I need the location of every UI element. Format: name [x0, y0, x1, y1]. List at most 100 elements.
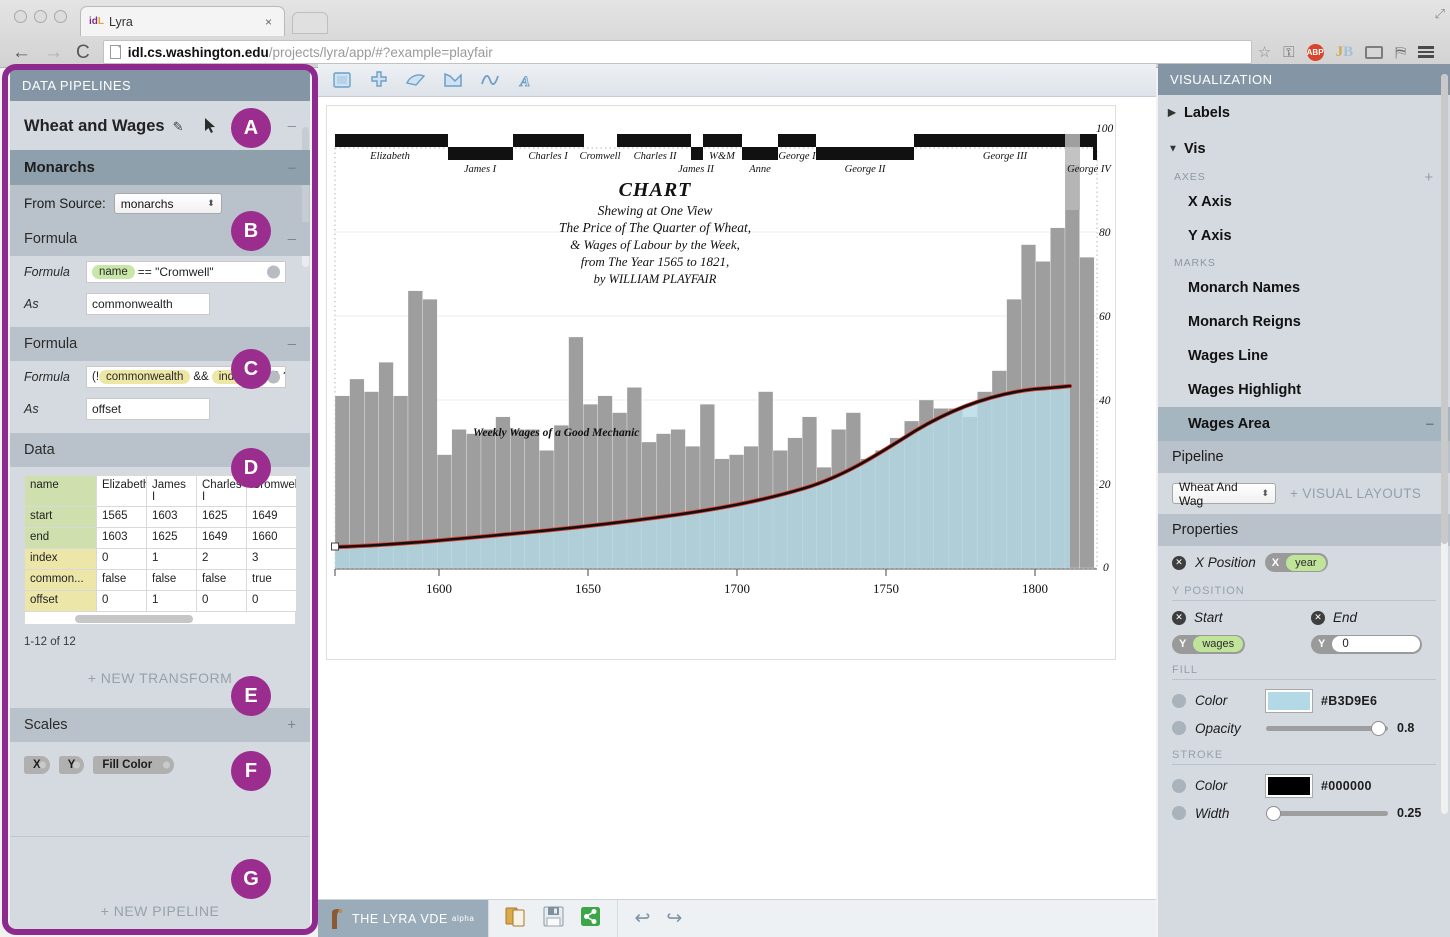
start-label: Start	[1194, 610, 1223, 625]
visual-layouts-button[interactable]: + VISUAL LAYOUTS	[1290, 486, 1421, 501]
undo-icon[interactable]: ↩	[634, 907, 650, 930]
monarch-label: Anne	[748, 164, 771, 175]
wages-annotation: Weekly Wages of a Good Mechanic	[473, 427, 639, 439]
end-value-input[interactable]: 0	[1332, 636, 1421, 652]
vis-canvas[interactable]: Weekly Wages of a Good Mechanic CHART Sh…	[326, 105, 1116, 660]
monarch-label: Elizabeth	[369, 151, 410, 162]
star-icon[interactable]: ☆	[1258, 45, 1271, 60]
close-icon[interactable]: ×	[261, 15, 276, 29]
svg-text:A: A	[519, 74, 530, 89]
lyra-app-window: idL Lyra × ⤢ ← → C idl.cs.washington.edu…	[0, 0, 1450, 937]
maximize-icon[interactable]: ⤢	[1435, 6, 1445, 22]
save-icon[interactable]	[543, 906, 564, 932]
y-position-headers: ✕ Start ✕ End	[1158, 601, 1450, 629]
area-mark-icon[interactable]	[441, 69, 465, 91]
y-axis[interactable]: 0 20 40 60 80 100	[1096, 123, 1114, 574]
end-binding[interactable]: Y 0	[1311, 634, 1423, 654]
new-tab-button[interactable]	[292, 12, 328, 34]
stroke-width-slider[interactable]	[1266, 805, 1388, 821]
share-icon[interactable]	[580, 906, 601, 932]
property-toggle-icon[interactable]	[1172, 778, 1186, 793]
line-mark-icon[interactable]	[478, 69, 502, 91]
browser-extension-icons: ☆ ⚿ ABP JB ⛿	[1258, 43, 1438, 61]
rect-mark-icon[interactable]	[330, 69, 354, 91]
pipeline-select[interactable]: Wheat And Wag ⬍	[1172, 480, 1276, 508]
copy-icon[interactable]	[505, 906, 527, 932]
browser-tab-lyra[interactable]: idL Lyra ×	[80, 6, 285, 36]
tree-item-vis[interactable]: ▼ Vis	[1158, 131, 1450, 167]
remove-icon[interactable]: ✕	[1172, 555, 1186, 570]
line-anchor-handle[interactable]	[331, 542, 339, 551]
remove-icon[interactable]: ✕	[1311, 610, 1325, 625]
fill-opacity-slider[interactable]	[1266, 720, 1388, 736]
app-bottom-toolbar: THE LYRA VDE alpha ↩ ↪	[318, 899, 1156, 937]
stroke-color-value[interactable]: #000000	[1321, 779, 1372, 793]
fill-color-label: Color	[1195, 693, 1228, 708]
redo-icon[interactable]: ↪	[666, 907, 682, 930]
jb-icon[interactable]: JB	[1336, 44, 1354, 60]
arc-mark-icon[interactable]	[404, 69, 428, 91]
annotation-badge-b: B	[231, 211, 271, 251]
chevron-right-icon[interactable]: ▶	[1168, 108, 1176, 119]
start-binding[interactable]: Y wages	[1172, 634, 1246, 654]
lyra-brand-label: THE LYRA VDE	[352, 911, 448, 926]
mark-item-wages-area[interactable]: Wages Area –	[1158, 407, 1450, 441]
cast-icon[interactable]	[1365, 45, 1384, 59]
adblock-icon[interactable]: ABP	[1306, 43, 1324, 61]
stroke-width-label: Width	[1195, 805, 1230, 821]
fill-color-swatch[interactable]	[1265, 688, 1313, 713]
mark-item-label: Wages Area	[1188, 416, 1270, 432]
x-position-label: X Position	[1195, 555, 1256, 570]
stroke-color-swatch[interactable]	[1265, 773, 1313, 798]
chart-subtitle-5: by WILLIAM PLAYFAIR	[594, 272, 717, 286]
x-position-binding[interactable]: X year	[1264, 553, 1328, 572]
end-label: End	[1333, 610, 1358, 625]
mark-item-wages-line[interactable]: Wages Line	[1158, 339, 1450, 373]
forward-icon[interactable]: →	[44, 43, 63, 62]
lyra-brand: THE LYRA VDE alpha	[318, 899, 489, 937]
reload-icon[interactable]: C	[76, 43, 90, 62]
mark-item-monarch-reigns[interactable]: Monarch Reigns	[1158, 305, 1450, 339]
marks-toolbar: A	[318, 64, 1156, 97]
monarch-label: George IV	[1067, 164, 1112, 175]
annotation-badge-c: C	[231, 349, 271, 389]
axis-item-x[interactable]: X Axis	[1158, 185, 1450, 219]
field-name: wages	[1193, 636, 1244, 652]
y-tick-label: 60	[1099, 311, 1111, 323]
key-icon[interactable]: ⚿	[1283, 45, 1294, 60]
canvas-area: A Weekly Wages of a Good Mechanic CHART …	[318, 64, 1156, 937]
x-tick-label: 1750	[873, 581, 899, 596]
flag-icon[interactable]: ⛿	[1395, 45, 1406, 60]
axes-group-label: AXES +	[1158, 167, 1450, 186]
address-bar[interactable]: idl.cs.washington.edu/projects/lyra/app/…	[102, 40, 1252, 64]
pipeline-select-value: Wheat And Wag	[1179, 479, 1238, 508]
mark-item-wages-highlight[interactable]: Wages Highlight	[1158, 373, 1450, 407]
right-panel-scrollbar[interactable]	[1441, 74, 1448, 814]
axes-label-text: AXES	[1174, 171, 1206, 183]
remove-icon[interactable]: ✕	[1172, 610, 1186, 625]
annotation-badge-f: F	[231, 751, 271, 791]
chevron-down-icon[interactable]: ▼	[1168, 144, 1178, 155]
fill-color-row: Color #B3D9E6	[1158, 680, 1450, 719]
window-controls[interactable]	[14, 10, 67, 23]
tree-item-labels[interactable]: ▶ Labels	[1158, 95, 1450, 131]
symbol-mark-icon[interactable]	[367, 69, 391, 91]
field-name: year	[1286, 554, 1326, 571]
back-icon[interactable]: ←	[12, 43, 31, 62]
axis-item-y[interactable]: Y Axis	[1158, 219, 1450, 253]
y-position-label: Y POSITION	[1172, 585, 1245, 597]
plot-area: Weekly Wages of a Good Mechanic CHART Sh…	[331, 147, 1098, 569]
mark-item-monarch-names[interactable]: Monarch Names	[1158, 271, 1450, 305]
menu-icon[interactable]	[1418, 46, 1434, 58]
property-toggle-icon[interactable]	[1172, 693, 1186, 708]
scale-key: Y	[1318, 638, 1326, 650]
property-toggle-icon[interactable]	[1172, 721, 1186, 735]
collapse-icon[interactable]: –	[1426, 416, 1434, 433]
playfair-chart[interactable]: Weekly Wages of a Good Mechanic CHART Sh…	[327, 106, 1115, 659]
fill-color-value[interactable]: #B3D9E6	[1321, 694, 1377, 708]
chart-subtitle-1: Shewing at One View	[598, 203, 713, 218]
add-axis-icon[interactable]: +	[1424, 169, 1434, 186]
text-mark-icon[interactable]: A	[515, 69, 539, 91]
property-toggle-icon[interactable]	[1172, 806, 1186, 820]
x-axis[interactable]: 1600 1650 1700 1750 1800	[334, 568, 1097, 596]
